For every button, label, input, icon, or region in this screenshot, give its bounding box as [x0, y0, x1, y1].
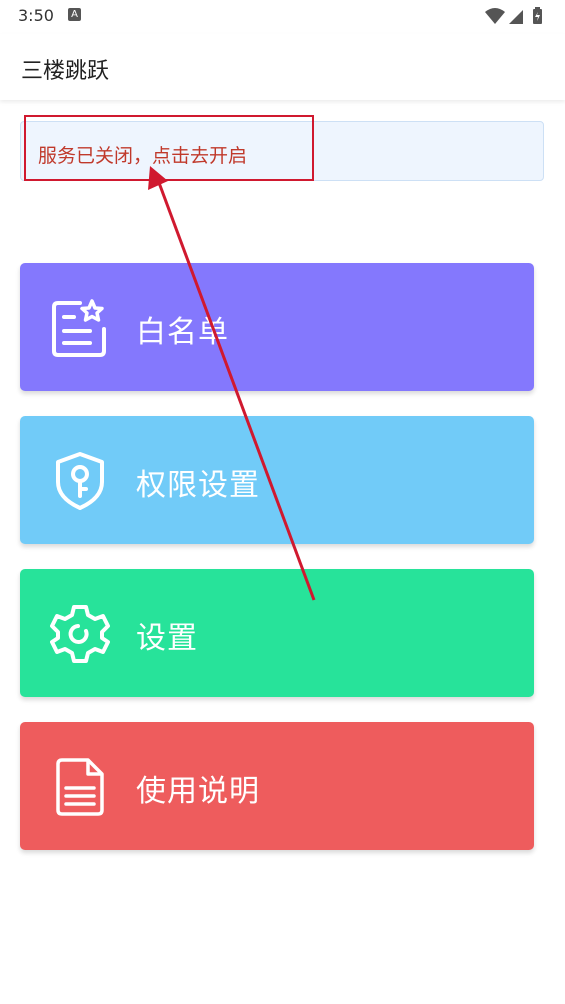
battery-icon: [533, 7, 542, 24]
shield-key-icon: [56, 452, 104, 510]
status-bar: 3:50 A: [0, 0, 565, 34]
permission-settings-label: 权限设置: [136, 468, 260, 503]
settings-label: 设置: [136, 621, 198, 656]
document-icon: [56, 758, 104, 816]
app-bar: 三楼跳跃: [0, 34, 565, 100]
manual-button[interactable]: 使用说明: [20, 722, 534, 850]
whitelist-icon: [52, 299, 106, 357]
app-title: 三楼跳跃: [21, 59, 110, 84]
permission-settings-button[interactable]: 权限设置: [20, 416, 534, 544]
whitelist-button[interactable]: 白名单: [20, 263, 534, 391]
gear-icon: [50, 605, 110, 663]
status-icons: [485, 7, 542, 24]
whitelist-label: 白名单: [136, 315, 229, 350]
annotation-highlight-box: [24, 115, 314, 181]
signal-icon: [509, 10, 523, 24]
status-time: 3:50: [18, 6, 54, 25]
wifi-icon: [485, 8, 505, 24]
settings-button[interactable]: 设置: [20, 569, 534, 697]
a-icon: A: [68, 8, 81, 21]
manual-label: 使用说明: [136, 774, 260, 809]
